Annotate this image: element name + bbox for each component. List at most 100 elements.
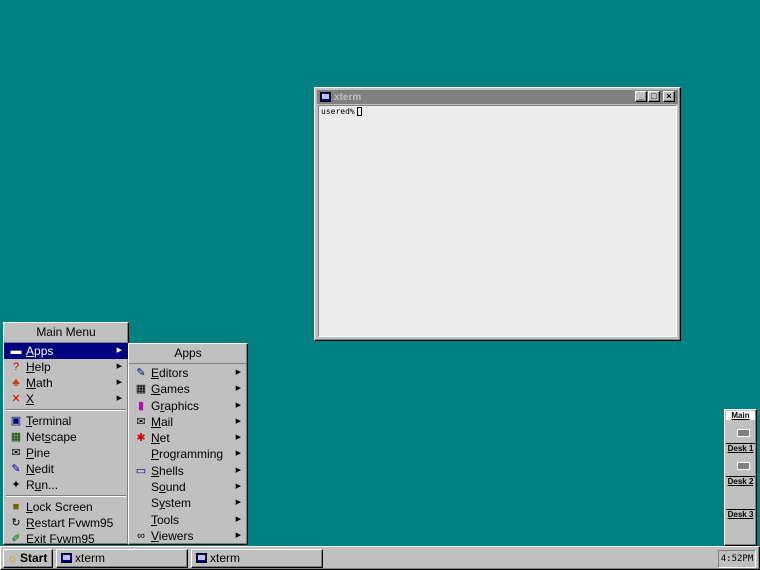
menu-separator	[6, 495, 126, 497]
menu-item-label: Exit Fvwm95	[26, 532, 95, 546]
menu-item-graphics[interactable]: ▮ Graphics ▶	[129, 398, 247, 414]
menu-item-terminal[interactable]: ▣ Terminal	[4, 413, 128, 429]
menu-item-label: Tools	[151, 512, 180, 527]
menu-item-programming[interactable]: Programming ▶	[129, 446, 247, 462]
editor-icon: ✎	[11, 463, 21, 475]
main-menu-title: Main Menu	[4, 323, 128, 343]
pager-window-thumb[interactable]	[737, 462, 750, 470]
taskbar-item-xterm[interactable]: xterm	[191, 548, 323, 568]
restart-icon: ↻	[11, 517, 21, 529]
menu-item-label: Shells	[151, 463, 184, 478]
apps-submenu: Apps ✎ Editors ▶ ▦ Games ▶ ▮ Graphics ▶ ✉ Mail ▶ ✱ Ne…	[128, 343, 248, 545]
pager-desk-main[interactable]: Main	[726, 411, 755, 444]
menu-item-exit-fvwm95[interactable]: ✐ Exit Fvwm95	[4, 531, 128, 547]
menu-item-nedit[interactable]: ✎ Nedit	[4, 461, 128, 477]
submenu-arrow-icon: ▶	[235, 417, 241, 425]
menu-item-label: Viewers	[151, 528, 194, 543]
submenu-arrow-icon: ▶	[235, 515, 241, 523]
desktop-pager: Main Desk 1 Desk 2 Desk 3	[724, 409, 757, 546]
apps-icon: ▬	[10, 345, 22, 357]
mail-icon: ✉	[11, 447, 21, 459]
run-icon: ✦	[11, 479, 21, 491]
menu-item-label: Nedit	[26, 462, 55, 476]
menu-item-math[interactable]: ♣ Math ▶	[4, 375, 128, 391]
submenu-arrow-icon: ▶	[116, 379, 122, 386]
pager-desk-desk-1[interactable]: Desk 1	[726, 444, 755, 477]
editor-icon: ✎	[136, 367, 146, 379]
submenu-arrow-icon: ▶	[235, 531, 241, 539]
menu-item-editors[interactable]: ✎ Editors ▶	[129, 365, 247, 381]
menu-item-run[interactable]: ✦ Run...	[4, 477, 128, 493]
terminal-icon[interactable]	[320, 92, 331, 102]
submenu-arrow-icon: ▶	[116, 363, 122, 370]
maximize-button[interactable]: □	[648, 91, 660, 102]
menu-item-label: System	[151, 496, 192, 511]
xterm-window[interactable]: xterm _ □ × usered%	[314, 87, 681, 341]
menu-item-label: Graphics	[151, 398, 200, 413]
submenu-arrow-icon: ▶	[235, 483, 241, 491]
exit-icon: ✐	[11, 533, 21, 545]
terminal-icon: ▣	[10, 415, 22, 427]
terminal-area[interactable]: usered%	[318, 105, 677, 337]
menu-item-apps[interactable]: ▬ Apps ▶	[4, 343, 128, 359]
start-label: Start	[20, 551, 48, 565]
menu-item-label: Netscape	[26, 430, 77, 444]
menu-item-help[interactable]: ? Help ▶	[4, 359, 128, 375]
start-icon: ☼	[7, 551, 18, 565]
terminal-icon	[196, 553, 207, 563]
menu-item-label: Programming	[151, 447, 224, 462]
menu-item-label: Editors	[151, 366, 189, 380]
pager-window-thumb[interactable]	[737, 429, 750, 437]
netscape-icon: ▦	[10, 431, 22, 443]
desk-label: Main	[726, 411, 755, 420]
menu-item-label: Math	[26, 376, 53, 390]
submenu-arrow-icon: ▶	[235, 434, 241, 442]
minimize-button[interactable]: _	[635, 91, 647, 102]
menu-item-net[interactable]: ✱ Net ▶	[129, 430, 247, 446]
menu-item-tools[interactable]: Tools ▶	[129, 512, 247, 528]
menu-item-games[interactable]: ▦ Games ▶	[129, 381, 247, 397]
taskbar: ☼ Start xterm xterm 4:52PM	[0, 546, 760, 570]
submenu-arrow-icon: ▶	[116, 347, 122, 354]
start-button[interactable]: ☼ Start	[3, 548, 53, 568]
window-titlebar[interactable]: xterm _ □ ×	[317, 90, 678, 104]
menu-separator	[6, 409, 126, 411]
terminal-prompt: usered%	[321, 107, 362, 116]
menu-item-label: Help	[26, 360, 51, 374]
menu-item-pine[interactable]: ✉ Pine	[4, 445, 128, 461]
pager-desk-desk-2[interactable]: Desk 2	[726, 477, 755, 510]
menu-item-label: X	[26, 392, 35, 406]
menu-item-label: Terminal	[26, 414, 72, 428]
menu-item-label: Net	[151, 431, 170, 446]
math-icon: ♣	[12, 377, 20, 389]
submenu-arrow-icon: ▶	[235, 385, 241, 393]
desk-label: Desk 1	[727, 444, 754, 453]
task-label: xterm	[210, 551, 240, 565]
prompt-text: usered%	[321, 107, 355, 116]
mail-icon: ✉	[136, 415, 146, 428]
close-button[interactable]: ×	[663, 91, 675, 102]
menu-item-mail[interactable]: ✉ Mail ▶	[129, 414, 247, 430]
menu-item-lock-screen[interactable]: ■ Lock Screen	[4, 499, 128, 515]
menu-item-system[interactable]: System ▶	[129, 495, 247, 511]
taskbar-item-xterm[interactable]: xterm	[56, 548, 188, 568]
menu-item-netscape[interactable]: ▦ Netscape	[4, 429, 128, 445]
main-menu: Main Menu ▬ Apps ▶? Help ▶ ♣ Math ▶ ✕ X ▶ ▣ Terminal…	[3, 322, 129, 547]
terminal-icon	[61, 553, 72, 563]
help-icon: ?	[12, 361, 20, 373]
menu-item-x[interactable]: ✕ X ▶	[4, 391, 128, 407]
menu-item-restart-fvwm95[interactable]: ↻ Restart Fvwm95	[4, 515, 128, 531]
lock-icon: ■	[12, 501, 20, 513]
menu-item-label: Pine	[26, 446, 51, 460]
menu-item-viewers[interactable]: ∞ Viewers ▶	[129, 528, 247, 544]
pager-desk-desk-3[interactable]: Desk 3	[726, 510, 755, 543]
window-title: xterm	[334, 91, 362, 103]
clock: 4:52PM	[718, 550, 756, 568]
menu-item-label: Apps	[26, 344, 54, 358]
menu-item-sound[interactable]: Sound ▶	[129, 479, 247, 495]
viewers-icon: ∞	[137, 529, 145, 542]
submenu-arrow-icon: ▶	[116, 395, 122, 402]
shells-icon: ▭	[135, 464, 147, 477]
menu-item-label: Run...	[26, 478, 59, 492]
menu-item-shells[interactable]: ▭ Shells ▶	[129, 463, 247, 479]
